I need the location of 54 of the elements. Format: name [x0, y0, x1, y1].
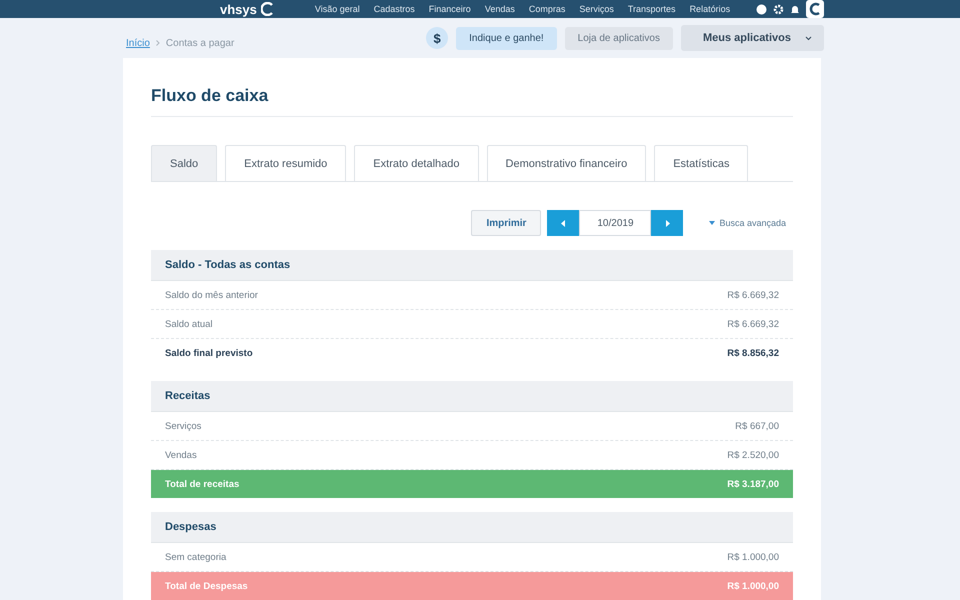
row-label: Saldo do mês anterior — [165, 290, 258, 300]
row-label: Saldo atual — [165, 318, 213, 330]
user-avatar-icon[interactable] — [806, 0, 824, 18]
row-value: R$ 8.856,32 — [727, 348, 779, 358]
row-label: Vendas — [165, 450, 197, 460]
bell-icon[interactable] — [790, 4, 800, 14]
row-value: R$ 6.669,32 — [727, 318, 779, 330]
app-store-button[interactable]: Loja de aplicativos — [564, 26, 673, 50]
row-value: R$ 6.669,32 — [727, 290, 779, 300]
caret-down-icon — [709, 221, 716, 225]
row-value: R$ 2.520,00 — [727, 450, 779, 460]
settings-icon[interactable] — [773, 4, 784, 14]
logo-ring-icon — [260, 2, 275, 16]
row-value: R$ 3.187,00 — [727, 478, 779, 490]
help-icon[interactable] — [756, 4, 767, 14]
refer-button[interactable]: Indique e ganhe! — [456, 26, 557, 50]
tab[interactable]: Estatísticas — [654, 145, 748, 181]
row-value: R$ 1.000,00 — [727, 580, 779, 592]
next-button[interactable] — [651, 210, 684, 236]
nav-link[interactable]: Serviços — [579, 4, 614, 14]
my-apps-button[interactable]: Meus aplicativos — [680, 25, 824, 51]
tab[interactable]: Saldo — [151, 145, 218, 181]
nav-link[interactable]: Financeiro — [428, 4, 471, 14]
dollar-coin-button[interactable]: $ — [426, 27, 448, 49]
print-button[interactable]: Imprimir — [471, 210, 542, 236]
logo-text: vhsys — [220, 2, 257, 16]
page-title: Fluxo de caixa — [151, 84, 793, 117]
nav-link[interactable]: Vendas — [484, 4, 515, 14]
row-label: Total de Despesas — [165, 580, 248, 592]
row-label: Saldo final previsto — [165, 348, 253, 358]
tab[interactable]: Extrato resumido — [225, 145, 346, 181]
tab[interactable]: Extrato detalhado — [354, 145, 479, 181]
row-value: R$ 667,00 — [735, 420, 779, 432]
chevron-down-icon — [805, 36, 812, 40]
nav-link[interactable]: Relatórios — [690, 4, 730, 14]
caret-left-icon — [560, 220, 566, 226]
section-header: Receitas — [151, 381, 793, 412]
logo[interactable]: vhsys — [220, 2, 275, 16]
chevron-right-icon — [156, 40, 160, 46]
section-header: Saldo - Todas as contas — [151, 250, 793, 281]
caret-right-icon — [664, 220, 670, 226]
nav-link[interactable]: Visão geral — [314, 4, 360, 14]
section-header: Despesas — [151, 512, 793, 543]
row-label: Sem categoria — [165, 552, 226, 562]
row-label: Total de receitas — [165, 478, 240, 490]
nav-link[interactable]: Cadastros — [374, 4, 415, 14]
row-value: R$ 1.000,00 — [727, 552, 779, 562]
nav-link[interactable]: Compras — [528, 4, 566, 14]
row-label: Serviços — [165, 420, 202, 432]
breadcrumb-current: Contas a pagar — [166, 38, 234, 48]
tab[interactable]: Demonstrativo financeiro — [486, 145, 646, 181]
period-field[interactable]: 10/2019 — [579, 210, 652, 236]
advanced-search-link[interactable]: Busca avançada — [719, 218, 786, 228]
nav-link[interactable]: Transportes — [628, 4, 676, 14]
